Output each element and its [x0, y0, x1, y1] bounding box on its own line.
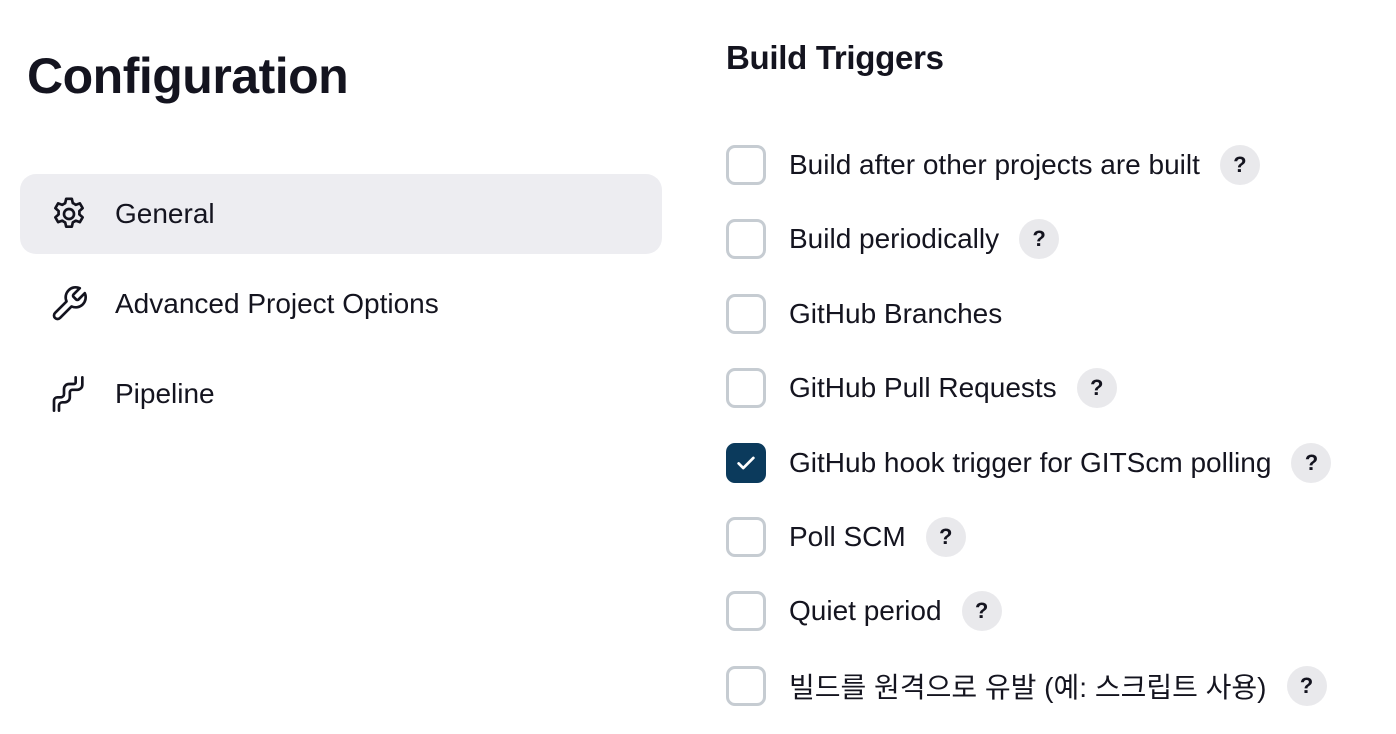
checkbox[interactable]	[726, 293, 766, 334]
trigger-label[interactable]: GitHub Branches	[789, 298, 1002, 330]
checkbox[interactable]	[726, 145, 766, 185]
pipeline-icon	[48, 373, 90, 415]
checkbox[interactable]	[726, 516, 766, 557]
trigger-label[interactable]: Poll SCM	[789, 521, 906, 553]
sidebar-item-label: General	[115, 198, 215, 229]
page-title: Configuration	[27, 48, 349, 104]
checkmark-icon	[737, 456, 755, 469]
section-title: Build Triggers	[726, 39, 944, 76]
sidebar-item-general[interactable]: General	[20, 174, 662, 254]
trigger-option: Build after other projects are built ?	[726, 142, 1331, 188]
checkbox[interactable]	[726, 591, 766, 632]
trigger-label[interactable]: 빌드를 원격으로 유발 (예: 스크립트 사용)	[789, 666, 1267, 706]
sidebar-nav: General Advanced Project Options Pipelin…	[20, 174, 662, 444]
help-icon[interactable]: ?	[1286, 665, 1327, 706]
trigger-option: Build periodically ?	[726, 216, 1331, 262]
trigger-option: GitHub Pull Requests ?	[726, 365, 1331, 411]
trigger-label[interactable]: GitHub hook trigger for GITScm polling	[789, 447, 1271, 479]
trigger-option: 빌드를 원격으로 유발 (예: 스크립트 사용) ?	[726, 663, 1331, 709]
sidebar-item-label: Advanced Project Options	[115, 288, 439, 319]
trigger-option: GitHub hook trigger for GITScm polling ?	[726, 440, 1332, 486]
help-icon[interactable]: ?	[1076, 368, 1117, 409]
checkbox[interactable]	[726, 219, 766, 260]
trigger-list: Build after other projects are built ? B…	[726, 142, 1332, 734]
trigger-option: GitHub Branches	[726, 291, 1331, 337]
config-page: Configuration General Advanced Project O…	[0, 0, 1396, 734]
trigger-option: Quiet period ?	[726, 588, 1331, 634]
help-icon[interactable]: ?	[1219, 145, 1260, 185]
gear-icon	[48, 193, 90, 235]
trigger-label[interactable]: GitHub Pull Requests	[789, 372, 1057, 404]
help-icon[interactable]: ?	[1019, 219, 1060, 260]
wrench-icon	[48, 283, 90, 325]
trigger-label[interactable]: Build periodically	[789, 223, 999, 255]
sidebar-item-pipeline[interactable]: Pipeline	[20, 354, 662, 434]
checkbox[interactable]	[726, 368, 766, 409]
help-icon[interactable]: ?	[925, 516, 966, 557]
sidebar-item-label: Pipeline	[115, 378, 215, 409]
checkbox[interactable]	[726, 442, 766, 483]
trigger-label[interactable]: Build after other projects are built	[789, 149, 1200, 181]
help-icon[interactable]: ?	[1291, 442, 1332, 483]
help-icon[interactable]: ?	[961, 591, 1002, 632]
checkbox[interactable]	[726, 665, 766, 706]
sidebar-item-advanced-project-options[interactable]: Advanced Project Options	[20, 264, 662, 344]
trigger-label[interactable]: Quiet period	[789, 595, 942, 627]
trigger-option: Poll SCM ?	[726, 514, 1331, 560]
